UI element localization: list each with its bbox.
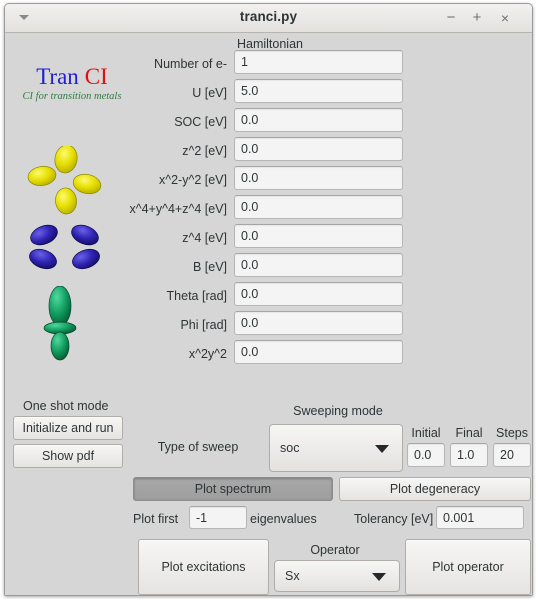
field-input-z2[interactable]: 0.0 — [234, 137, 403, 161]
client-area: Tran CI CI for transition metals Hamilto… — [5, 33, 532, 595]
final-input[interactable]: 1.0 — [450, 443, 488, 467]
field-input-x4y4z4[interactable]: 0.0 — [234, 195, 403, 219]
eigenvalues-label: eigenvalues — [250, 512, 317, 526]
steps-input[interactable]: 20 — [493, 443, 531, 467]
tolerancy-input[interactable]: 0.001 — [436, 506, 524, 529]
field-label-phi: Phi [rad] — [180, 318, 227, 332]
d-orbital-yellow-icon — [27, 146, 102, 215]
plot-first-label: Plot first — [133, 512, 179, 526]
field-input-z4[interactable]: 0.0 — [234, 224, 403, 248]
field-input-u[interactable]: 5.0 — [234, 79, 403, 103]
one-shot-heading: One shot mode — [23, 399, 109, 413]
title-bar: tranci.py − + × — [5, 4, 532, 33]
tolerancy-label: Tolerancy [eV] — [354, 512, 434, 526]
field-input-b[interactable]: 0.0 — [234, 253, 403, 277]
field-input-phi[interactable]: 0.0 — [234, 311, 403, 335]
initialize-and-run-button[interactable]: Initialize and run — [13, 416, 123, 440]
d-orbital-blue-icon — [29, 224, 100, 270]
minimize-icon[interactable]: − — [438, 4, 464, 32]
plot-excitations-button[interactable]: Plot excitations — [138, 539, 269, 595]
field-label-x4y4z4: x^4+y^4+z^4 [eV] — [129, 202, 227, 216]
field-input-soc[interactable]: 0.0 — [234, 108, 403, 132]
field-label-x2-y2: x^2-y^2 [eV] — [158, 173, 227, 187]
sweep-type-value: soc — [280, 441, 300, 455]
field-input-number-of-e[interactable]: 1 — [234, 50, 403, 74]
field-input-theta[interactable]: 0.0 — [234, 282, 403, 306]
operator-label: Operator — [310, 543, 360, 557]
chevron-down-icon — [375, 445, 389, 453]
type-of-sweep-label: Type of sweep — [157, 440, 239, 454]
plot-degeneracy-button[interactable]: Plot degeneracy — [339, 477, 531, 501]
application-window: tranci.py − + × Tran CI CI for transition… — [4, 3, 533, 596]
close-icon[interactable]: × — [492, 4, 518, 32]
field-label-soc: SOC [eV] — [174, 115, 227, 129]
dz2-orbital-green-icon — [43, 286, 77, 361]
field-label-b: B [eV] — [192, 260, 227, 274]
final-label: Final — [455, 426, 483, 440]
field-label-z2: z^2 [eV] — [182, 144, 227, 158]
field-label-u: U [eV] — [192, 86, 227, 100]
show-pdf-button[interactable]: Show pdf — [13, 444, 123, 468]
field-label-theta: Theta [rad] — [166, 289, 227, 303]
field-label-x2y2: x^2y^2 — [188, 347, 227, 361]
field-input-x2y2[interactable]: 0.0 — [234, 340, 403, 364]
initial-label: Initial — [411, 426, 441, 440]
logo-text-tran: Tran — [36, 64, 79, 89]
plot-first-input[interactable]: -1 — [189, 506, 247, 529]
chevron-down-icon — [372, 573, 386, 581]
sweeping-mode-heading: Sweeping mode — [293, 404, 383, 418]
operator-value: Sx — [285, 569, 300, 583]
steps-label: Steps — [496, 426, 528, 440]
maximize-icon[interactable]: + — [464, 4, 490, 32]
plot-operator-button[interactable]: Plot operator — [405, 539, 531, 595]
operator-dropdown[interactable]: Sx — [274, 560, 400, 592]
plot-spectrum-button[interactable]: Plot spectrum — [133, 477, 333, 501]
field-label-z4: z^4 [eV] — [182, 231, 227, 245]
hamiltonian-heading: Hamiltonian — [236, 37, 303, 51]
field-label-number-of-e: Number of e- — [154, 57, 227, 71]
initial-input[interactable]: 0.0 — [407, 443, 445, 467]
field-input-x2-y2[interactable]: 0.0 — [234, 166, 403, 190]
sweep-type-dropdown[interactable]: soc — [269, 424, 403, 472]
